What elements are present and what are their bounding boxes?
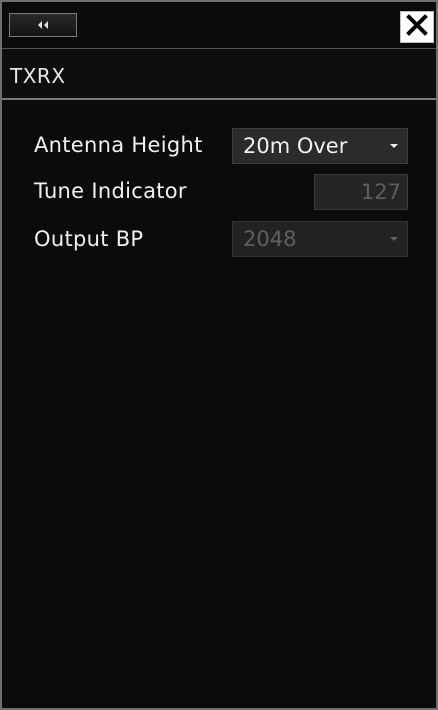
output-bp-value: 2048 (243, 227, 297, 251)
chevron-down-icon (390, 144, 398, 148)
panel-title: TXRX (10, 64, 66, 88)
collapse-button[interactable] (9, 13, 77, 37)
output-bp-dropdown[interactable]: 2048 (232, 221, 408, 257)
tune-indicator-label: Tune Indicator (34, 179, 187, 203)
output-bp-label: Output BP (34, 227, 144, 251)
txrx-panel: TXRX Antenna Height 20m Over Tune Indica… (0, 0, 438, 710)
antenna-height-label: Antenna Height (34, 133, 203, 157)
tune-indicator-readout: 127 (314, 174, 408, 210)
double-chevron-left-icon (37, 20, 49, 30)
panel-title-bar: TXRX (2, 48, 436, 100)
chevron-down-icon (390, 237, 398, 241)
close-button[interactable] (400, 11, 434, 43)
antenna-height-dropdown[interactable]: 20m Over (232, 128, 408, 164)
close-x-icon (406, 14, 428, 40)
panel-header (2, 2, 436, 48)
antenna-height-value: 20m Over (243, 134, 348, 158)
